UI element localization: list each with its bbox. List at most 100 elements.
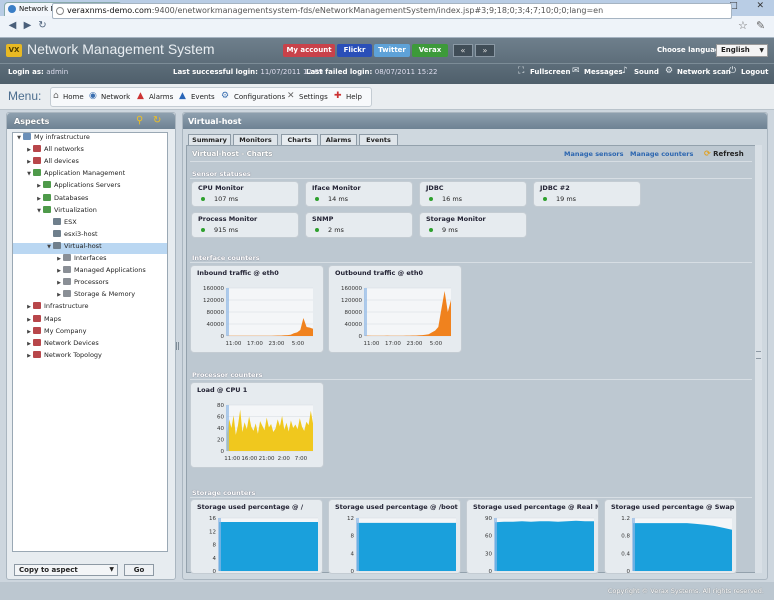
tab-monitors[interactable]: Monitors [233, 134, 278, 145]
tree-node[interactable]: ESX [45, 217, 77, 228]
menu-item-settings[interactable]: Settings [299, 93, 328, 101]
verax-button[interactable]: Verax [412, 44, 448, 57]
tab-summary[interactable]: Summary [188, 134, 231, 145]
tree-node[interactable]: ▶ Maps [25, 314, 61, 325]
manage-counters-link[interactable]: Manage counters [630, 150, 693, 158]
sensor-card[interactable]: JDBC #2 19 ms [533, 181, 641, 207]
events-icon[interactable]: ▲ [179, 91, 186, 101]
expand-icon[interactable]: ▶ [25, 351, 33, 362]
back-icon[interactable]: ◀ [6, 20, 19, 33]
tree-node[interactable]: esxi3-host [45, 229, 98, 240]
reload-icon[interactable]: ↻ [36, 20, 49, 33]
bookmark-star-icon[interactable]: ☆ [738, 19, 748, 32]
sensor-card[interactable]: CPU Monitor 107 ms [191, 181, 299, 207]
language-select[interactable]: English ▼ [716, 44, 768, 57]
expand-icon[interactable]: ▶ [35, 181, 43, 192]
expand-icon[interactable]: ▶ [25, 145, 33, 156]
configurations-icon[interactable]: ⚙ [221, 91, 229, 101]
collapse-icon[interactable]: ▼ [35, 206, 43, 217]
series-area [633, 523, 732, 571]
twitter-button[interactable]: Twitter [374, 44, 410, 57]
tab-alarms[interactable]: Alarms [320, 134, 357, 145]
tree-node[interactable]: ▶ Databases [35, 193, 88, 204]
sensor-card[interactable]: JDBC 16 ms [419, 181, 527, 207]
help-icon[interactable]: ✚ [334, 91, 342, 101]
tree-node[interactable]: ▶ My Company [25, 326, 86, 337]
wrench-icon[interactable]: ✎ [756, 19, 765, 32]
tree-node[interactable]: ▼ Virtual-host [45, 241, 102, 252]
menu-item-alarms[interactable]: Alarms [149, 93, 173, 101]
expand-icon[interactable]: ▶ [25, 315, 33, 326]
tree-node[interactable]: ▼ Application Management [25, 168, 125, 179]
tree-node[interactable]: ▶ Network Devices [25, 338, 99, 349]
splitter-grip-icon[interactable] [176, 342, 179, 350]
manage-sensors-link[interactable]: Manage sensors [564, 150, 624, 158]
expand-icon[interactable]: ▶ [35, 194, 43, 205]
tree-node[interactable]: ▶ All networks [25, 144, 84, 155]
collapse-icon[interactable]: ▼ [45, 242, 53, 253]
search-icon[interactable]: ⚲ [136, 115, 143, 126]
expand-icon[interactable]: ▶ [25, 327, 33, 338]
tree-node[interactable]: ▶ Network Topology [25, 350, 102, 361]
sensor-card[interactable]: SNMP 2 ms [305, 212, 413, 238]
tree-node[interactable]: ▶ Processors [55, 277, 109, 288]
messages-link[interactable]: Messages [584, 68, 623, 76]
collapse-icon[interactable]: ▼ [15, 133, 23, 144]
flickr-button[interactable]: Flickr [337, 44, 372, 57]
tree-node[interactable]: ▶ Managed Applications [55, 265, 146, 276]
expand-icon[interactable]: ▶ [55, 290, 63, 301]
alarm-icon[interactable]: ▲ [137, 91, 144, 101]
x-tick-label: 16:00 [241, 456, 257, 462]
sensor-card[interactable]: Iface Monitor 14 ms [305, 181, 413, 207]
tree-node[interactable]: ▼ Virtualization [35, 205, 97, 216]
menu-item-network[interactable]: Network [101, 93, 130, 101]
expand-icon[interactable]: ▶ [55, 278, 63, 289]
messages-icon[interactable]: ✉ [572, 66, 580, 76]
expand-icon[interactable]: ▶ [55, 266, 63, 277]
aspects-title: Aspects [14, 117, 50, 126]
next-page-button[interactable]: » [475, 44, 495, 57]
refresh-button[interactable]: ⟳ Refresh [704, 149, 744, 158]
chevron-down-icon: ▼ [109, 566, 114, 573]
logout-link[interactable]: Logout [741, 68, 768, 76]
refresh-tree-icon[interactable]: ↻ [153, 115, 161, 126]
vertical-scrollbar[interactable] [755, 145, 762, 573]
menu-item-events[interactable]: Events [191, 93, 215, 101]
tree-node[interactable]: ▶ Applications Servers [35, 180, 120, 191]
tree-node[interactable]: ▶ All devices [25, 156, 79, 167]
series-start-marker [226, 405, 229, 451]
forward-icon[interactable]: ▶ [21, 20, 34, 33]
tab-events[interactable]: Events [359, 134, 398, 145]
menu-item-help[interactable]: Help [346, 93, 362, 101]
tree-node[interactable]: ▼ My infrastructure [15, 132, 90, 143]
sensor-card[interactable]: Process Monitor 915 ms [191, 212, 299, 238]
sensor-card[interactable]: Storage Monitor 9 ms [419, 212, 527, 238]
menu-item-home[interactable]: Home [63, 93, 84, 101]
expand-icon[interactable]: ▶ [25, 339, 33, 350]
go-button[interactable]: Go [124, 564, 154, 576]
expand-icon[interactable]: ▶ [25, 157, 33, 168]
network-icon[interactable]: ◉ [89, 91, 97, 101]
logout-icon[interactable]: ⏻ [729, 66, 736, 76]
url-input[interactable]: veraxnms-demo.com:9400/enetworkmanagemen… [52, 3, 732, 19]
menu-item-configurations[interactable]: Configurations [234, 93, 285, 101]
network-scan-link[interactable]: Network scan [677, 68, 731, 76]
sound-link[interactable]: Sound [634, 68, 659, 76]
prev-page-button[interactable]: « [453, 44, 473, 57]
home-icon[interactable]: ⌂ [53, 91, 59, 101]
collapse-icon[interactable]: ▼ [25, 169, 33, 180]
my-account-button[interactable]: My account [283, 44, 335, 57]
tree-node[interactable]: ▶ Infrastructure [25, 301, 88, 312]
expand-icon[interactable]: ▶ [25, 302, 33, 313]
expand-icon[interactable]: ▶ [55, 254, 63, 265]
tree-node-label: Applications Servers [54, 181, 121, 190]
tree-node[interactable]: ▶ Storage & Memory [55, 289, 135, 300]
tree-node[interactable]: ▶ Interfaces [55, 253, 107, 264]
copy-to-aspect-select[interactable]: Copy to aspect ▼ [14, 564, 118, 576]
scrollbar-thumb[interactable] [756, 351, 761, 359]
fullscreen-link[interactable]: Fullscreen [530, 68, 570, 76]
network-scan-icon[interactable]: ⚙ [665, 66, 673, 76]
sound-icon[interactable]: ♪ [622, 66, 628, 76]
settings-icon[interactable]: ✕ [287, 91, 295, 101]
fullscreen-icon[interactable]: ⛶ [518, 66, 524, 76]
